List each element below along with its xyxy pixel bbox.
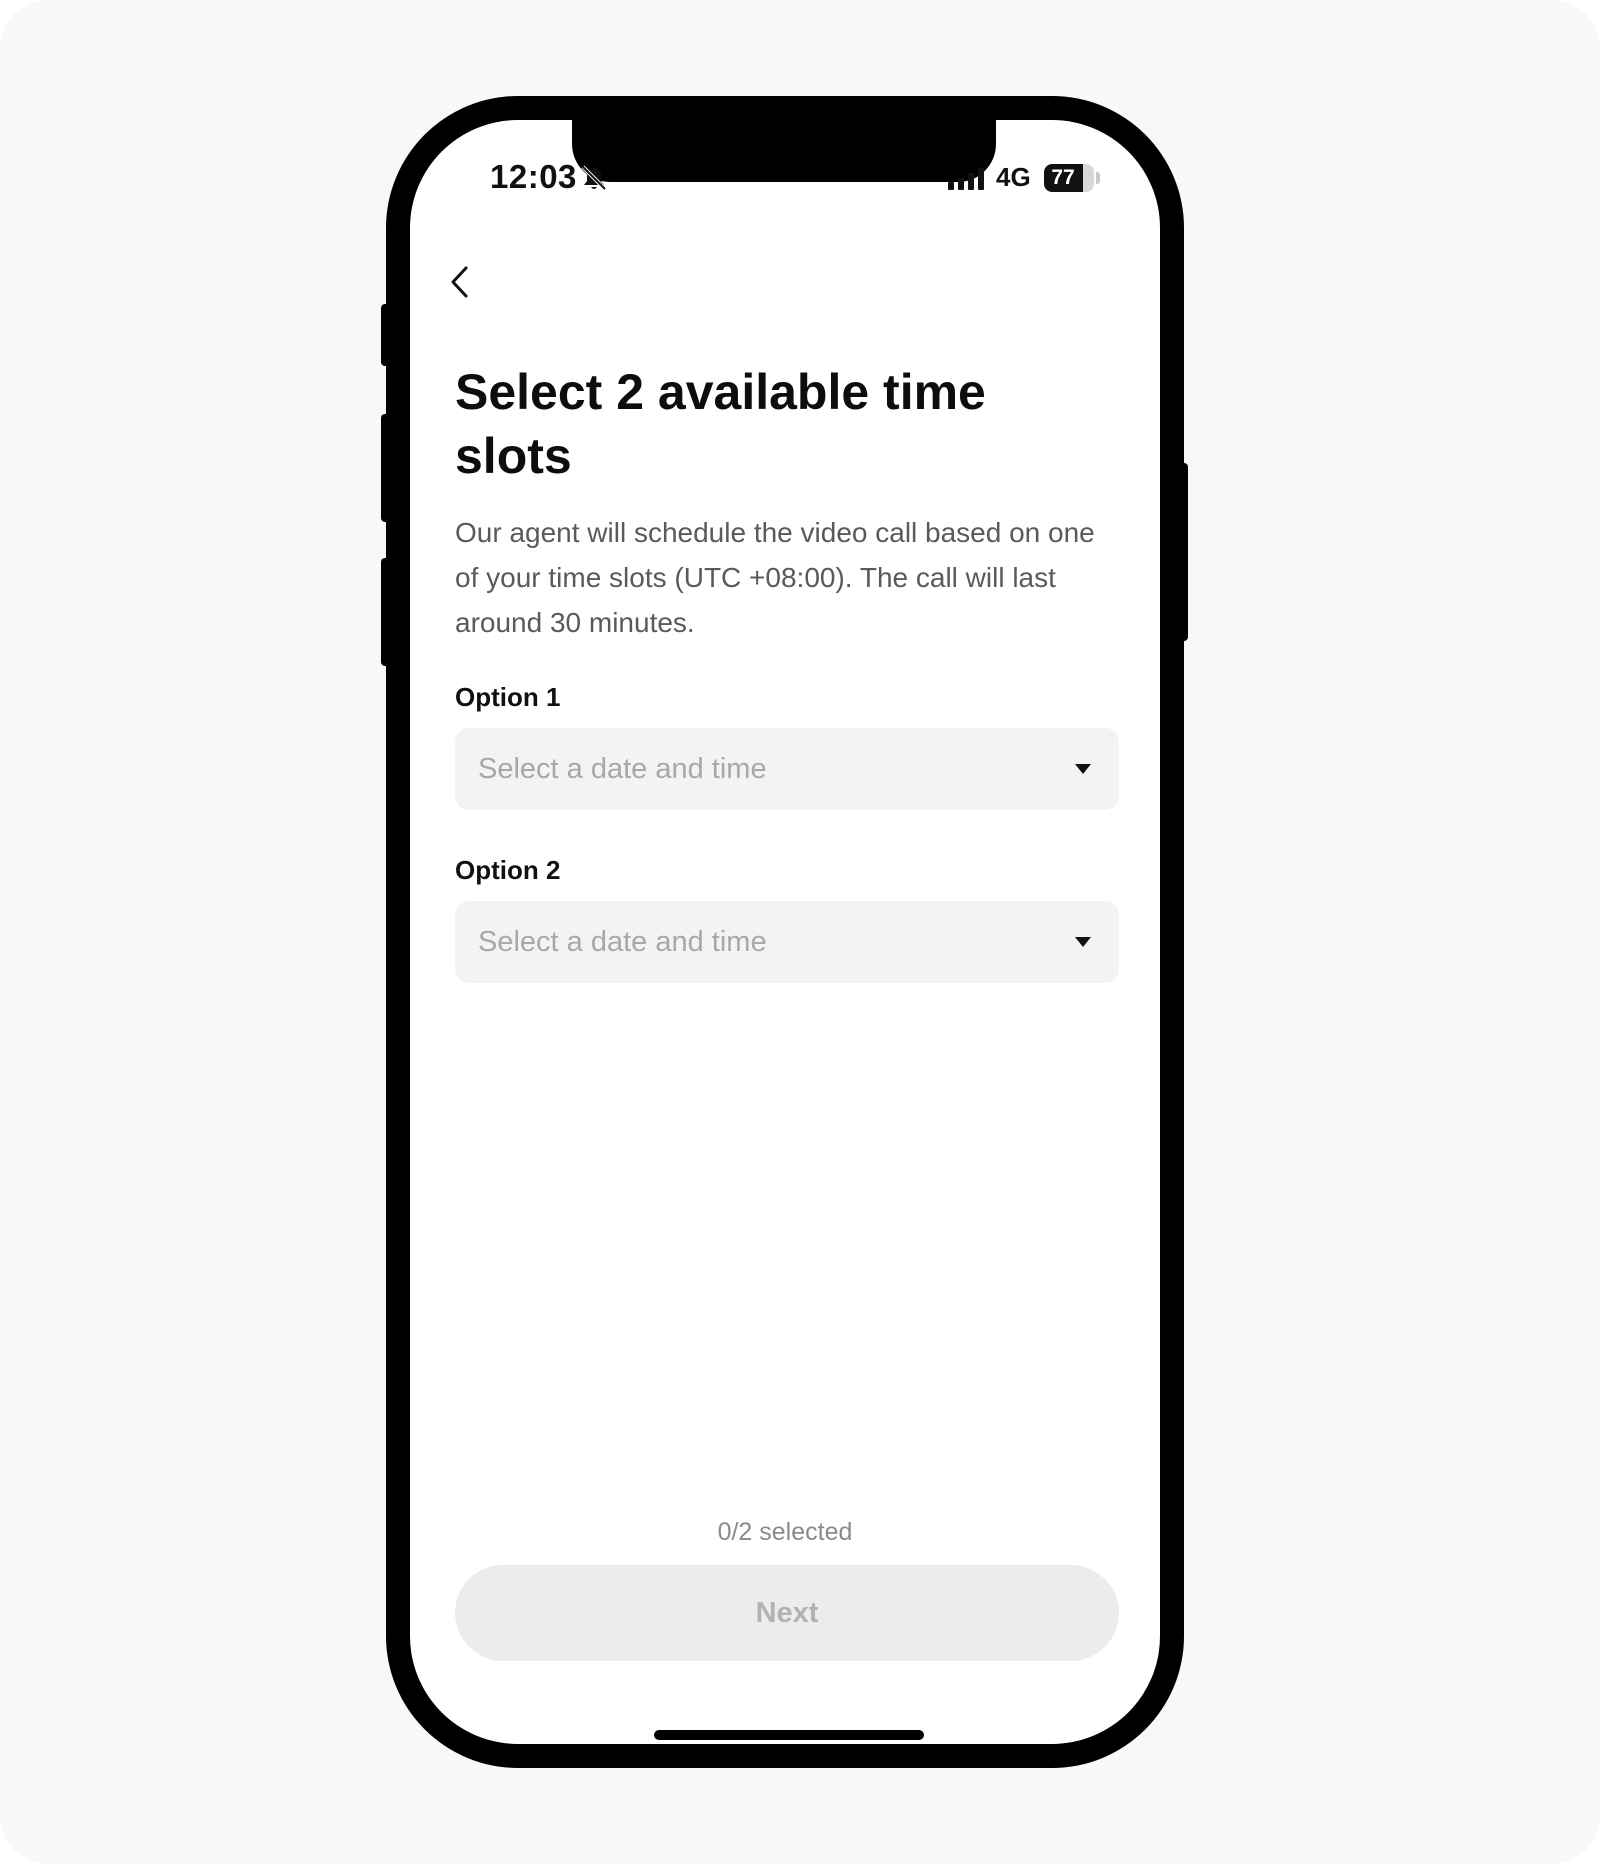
status-time: 12:03 [490, 158, 577, 195]
page-description: Our agent will schedule the video call b… [455, 517, 1095, 638]
page-title: Select 2 available time slots [455, 364, 986, 484]
battery-icon: 77 [1044, 164, 1094, 192]
chevron-left-icon [451, 266, 468, 298]
caret-down-icon [1075, 764, 1091, 774]
phone-screen: 12:03 4G 77 Select 2 available time slot… [410, 120, 1160, 1744]
option-1-select[interactable]: Select a date and time [455, 728, 1119, 810]
home-indicator[interactable] [654, 1730, 924, 1740]
option-1-label: Option 1 [455, 682, 561, 712]
battery-cap [1096, 172, 1100, 184]
cellular-signal-icon [948, 168, 984, 190]
option-2-placeholder: Select a date and time [478, 926, 767, 958]
next-button[interactable]: Next [455, 1565, 1119, 1661]
battery-percent: 77 [1051, 166, 1075, 189]
selection-counter: 0/2 selected [717, 1518, 853, 1546]
caret-down-icon [1075, 937, 1091, 947]
back-button[interactable] [436, 252, 484, 312]
option-2-select[interactable]: Select a date and time [455, 901, 1119, 983]
option-2-label: Option 2 [455, 855, 561, 885]
bell-muted-icon [581, 165, 607, 191]
notch [572, 120, 996, 182]
network-type: 4G [996, 162, 1031, 192]
option-1-placeholder: Select a date and time [478, 753, 767, 785]
